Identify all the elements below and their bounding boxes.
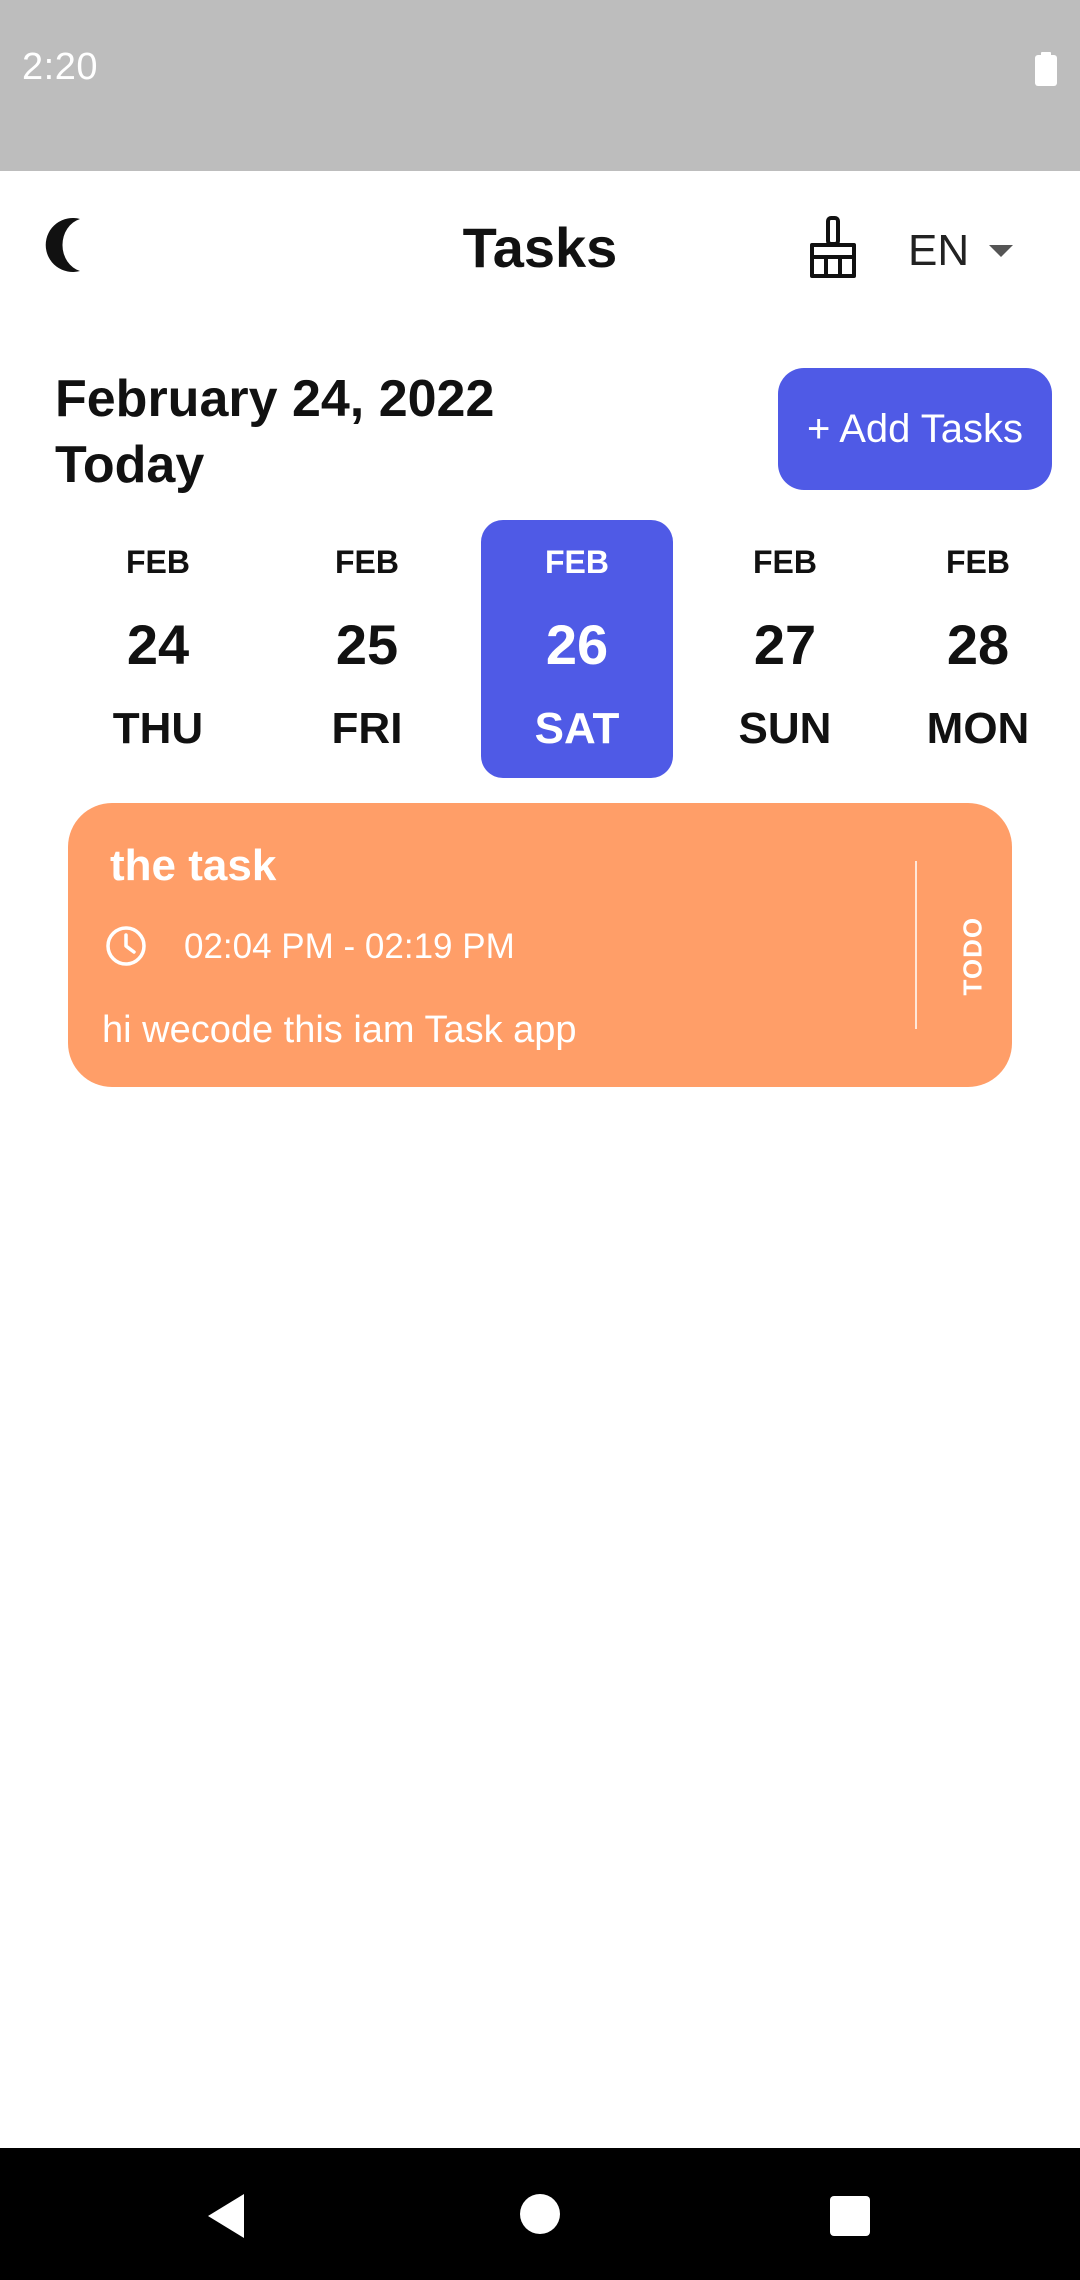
language-select[interactable]: EN xyxy=(908,221,1014,281)
date-month: FEB xyxy=(126,544,190,580)
clock-icon xyxy=(106,926,146,966)
date-month: FEB xyxy=(335,544,399,580)
date-weekday: MON xyxy=(926,704,1030,753)
status-time: 2:20 xyxy=(22,46,98,88)
date-day: 28 xyxy=(946,613,1010,676)
task-time: 02:04 PM - 02:19 PM xyxy=(184,927,515,966)
date-item[interactable]: FEB 24 THU xyxy=(62,520,254,778)
date-item[interactable]: FEB 27 SUN xyxy=(689,520,881,778)
broom-icon[interactable] xyxy=(804,215,862,279)
date-item-selected[interactable]: FEB 26 SAT xyxy=(481,520,673,778)
language-label: EN xyxy=(908,226,970,275)
date-day: 25 xyxy=(335,613,399,676)
date-picker-strip: FEB 24 THU FEB 25 FRI FEB 26 SAT FEB 27 … xyxy=(0,520,1080,778)
navigation-bar xyxy=(0,2148,1080,2280)
recents-icon[interactable] xyxy=(830,2196,870,2236)
date-weekday: SUN xyxy=(738,704,832,753)
date-month: FEB xyxy=(946,544,1010,580)
date-month: FEB xyxy=(545,544,609,580)
caret-down-icon xyxy=(989,245,1014,257)
home-icon[interactable] xyxy=(520,2194,560,2234)
date-day: 26 xyxy=(545,613,609,676)
app-header: Tasks EN xyxy=(0,171,1080,331)
task-status-badge: TODO xyxy=(957,916,988,996)
date-weekday: FRI xyxy=(331,704,403,753)
date-heading: February 24, 2022 Today xyxy=(55,366,494,498)
back-icon[interactable] xyxy=(204,2192,248,2240)
task-divider xyxy=(915,861,917,1029)
date-item[interactable]: FEB 28 MON xyxy=(882,520,1074,778)
add-tasks-button[interactable]: + Add Tasks xyxy=(778,368,1052,490)
task-card[interactable]: the task 02:04 PM - 02:19 PM hi wecode t… xyxy=(68,803,1012,1087)
task-description: hi wecode this iam Task app xyxy=(102,1009,577,1051)
date-weekday: SAT xyxy=(534,704,620,753)
date-day: 27 xyxy=(753,613,817,676)
battery-icon xyxy=(1035,52,1057,86)
current-date: February 24, 2022 xyxy=(55,370,495,428)
date-day: 24 xyxy=(126,613,190,676)
date-month: FEB xyxy=(753,544,817,580)
status-bar: 2:20 xyxy=(0,0,1080,171)
task-title: the task xyxy=(110,841,277,890)
today-label: Today xyxy=(55,436,205,494)
date-item[interactable]: FEB 25 FRI xyxy=(271,520,463,778)
date-weekday: THU xyxy=(112,704,204,753)
